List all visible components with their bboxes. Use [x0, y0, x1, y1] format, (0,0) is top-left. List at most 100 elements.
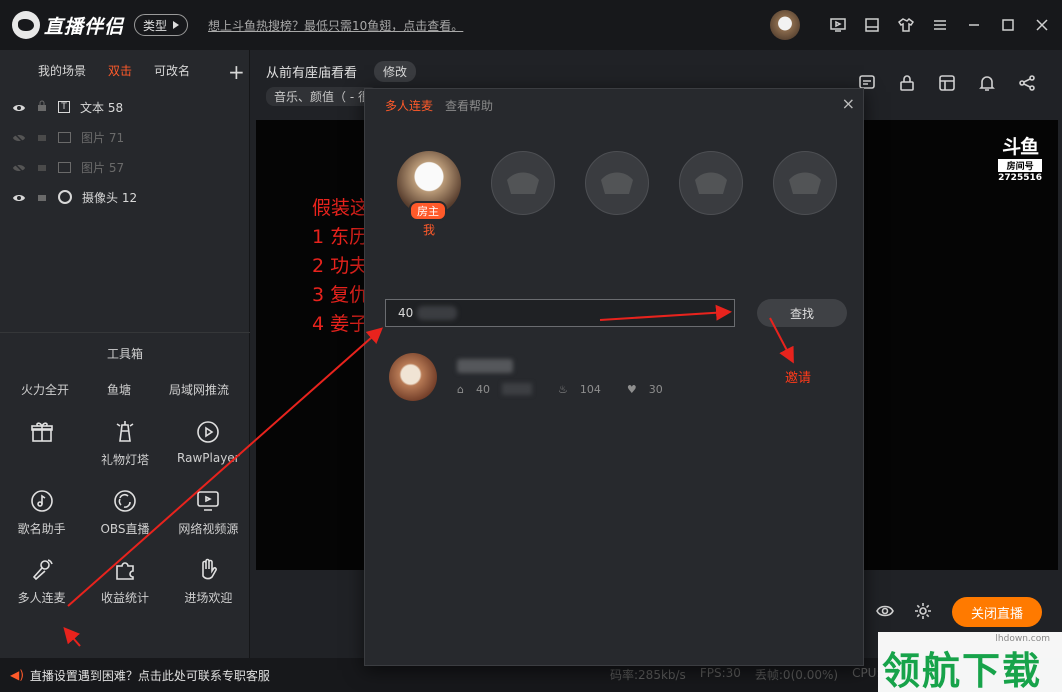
source-item[interactable]: 图片 57	[0, 152, 249, 182]
result-id: 40	[475, 382, 490, 396]
tool-multi-link[interactable]: 多人连麦	[0, 557, 83, 606]
invite-annotation: 邀请	[785, 371, 812, 386]
eye-hidden-icon[interactable]	[12, 162, 26, 174]
tool-rawplayer[interactable]: RawPlayer	[167, 419, 250, 468]
fps: FPS:30	[699, 666, 741, 680]
eye-icon[interactable]	[12, 102, 26, 112]
maximize-icon[interactable]	[998, 15, 1018, 35]
toolbox-top-row: 火力全开 鱼塘 局域网推流	[0, 381, 250, 398]
search-result[interactable]: ⌂ 40 ♨ 104 ♥ 30	[389, 353, 663, 401]
add-scene-button[interactable]: +	[228, 60, 245, 84]
title-bar: 直播伴侣 类型 想上斗鱼热搜榜？最低只需10鱼翅，点击查看。	[0, 0, 1062, 50]
douyu-logo: 斗鱼	[1002, 136, 1039, 158]
room-toolbar	[858, 74, 1036, 92]
share-icon[interactable]	[1018, 74, 1036, 92]
close-dialog-icon[interactable]: ×	[842, 94, 855, 113]
source-item[interactable]: 图片 71	[0, 122, 249, 152]
empty-seat[interactable]	[585, 151, 649, 215]
room-number: 2725516	[998, 173, 1042, 183]
toolbox: 工具箱 火力全开 鱼塘 局域网推流 礼物灯塔 RawPlayer 歌名助手 OB…	[0, 332, 250, 658]
camera-source-icon	[58, 190, 72, 204]
end-live-button[interactable]: 关闭直播	[952, 597, 1042, 627]
bell-icon[interactable]	[978, 74, 996, 92]
multi-link-dialog: 多人连麦 查看帮助 × 房主 我 40 查找 ⌂ 40 ♨ 104 ♥ 30 邀…	[364, 88, 864, 666]
edit-room-button[interactable]: 修改	[374, 61, 417, 82]
toolbox-scroll[interactable]: 火力全开 鱼塘 局域网推流 礼物灯塔 RawPlayer 歌名助手 OBS直播 …	[0, 381, 250, 659]
tool-fire[interactable]: 火力全开	[21, 381, 69, 398]
empty-seat[interactable]	[679, 151, 743, 215]
gift-icon	[30, 422, 53, 442]
host-seat: 房主	[397, 151, 461, 221]
empty-seat-icon	[695, 172, 727, 194]
music-icon	[30, 490, 53, 512]
tool-gift-tower[interactable]: 礼物灯塔	[83, 419, 166, 468]
window-icon[interactable]	[862, 15, 882, 35]
overlay-text: 假装这 1 东历 2 功夫 3 复仇 4 姜子	[312, 194, 369, 339]
promo-link[interactable]: 想上斗鱼热搜榜？最低只需10鱼翅，点击查看。	[208, 17, 463, 34]
tool-welcome[interactable]: 进场欢迎	[167, 557, 250, 606]
tool-label: OBS直播	[100, 522, 150, 536]
tool-lan-push[interactable]: 局域网推流	[169, 381, 229, 398]
source-item[interactable]: 摄像头 12	[0, 182, 249, 212]
logo-text: 直播伴侣	[44, 15, 125, 38]
tool-song-helper[interactable]: 歌名助手	[0, 488, 83, 537]
type-button[interactable]: 类型	[134, 14, 189, 36]
tool-label: 歌名助手	[17, 522, 66, 536]
puzzle-icon	[116, 562, 134, 580]
tv-icon[interactable]	[828, 15, 848, 35]
source-item[interactable]: T 文本 58	[0, 92, 249, 122]
empty-seat[interactable]	[491, 151, 555, 215]
host-badge: 房主	[409, 201, 447, 221]
toolbox-title: 工具箱	[106, 347, 143, 361]
lock-icon[interactable]	[36, 100, 48, 115]
layout-icon[interactable]	[938, 74, 956, 92]
empty-seat-icon	[507, 172, 539, 194]
tool-label: 网络视频源	[178, 522, 239, 536]
eye-icon[interactable]	[12, 192, 26, 202]
seat-row: 房主	[397, 151, 837, 221]
eye-hidden-icon[interactable]	[12, 132, 26, 144]
tool-label: 多人连麦	[17, 591, 66, 605]
result-stats: ⌂ 40 ♨ 104 ♥ 30	[457, 383, 663, 396]
shirt-icon[interactable]	[896, 15, 916, 35]
bitrate: 码率:285kb/s	[610, 668, 686, 682]
empty-seat-icon	[789, 172, 821, 194]
image-source-icon	[58, 161, 71, 173]
tab-help[interactable]: 查看帮助	[445, 97, 493, 114]
tab-multi-link[interactable]: 多人连麦	[385, 97, 433, 114]
microphone-link-icon	[32, 559, 53, 581]
empty-seat[interactable]	[773, 151, 837, 215]
lock-icon[interactable]	[36, 130, 48, 145]
close-icon[interactable]	[1032, 15, 1052, 35]
lock-icon[interactable]	[36, 160, 48, 175]
search-value: 40	[398, 306, 414, 320]
tool-income-stats[interactable]: 收益统计	[83, 557, 166, 606]
tab-my-scenes[interactable]: 我的场景	[38, 62, 86, 79]
search-input[interactable]: 40	[385, 299, 735, 327]
source-label: 图片 71	[81, 130, 125, 145]
room-tags: 音乐、颜值（ - 很	[266, 87, 378, 106]
site-watermark: lhdown.com 领航下载	[878, 632, 1062, 692]
minimize-icon[interactable]	[964, 15, 984, 35]
tool-obs[interactable]: OBS直播	[83, 488, 166, 537]
lock-icon[interactable]	[898, 74, 916, 92]
eye-icon[interactable]	[876, 602, 894, 620]
tool-fishpond[interactable]: 鱼塘	[107, 381, 131, 398]
menu-icon[interactable]	[930, 15, 950, 35]
overlay-line: 1 东历	[312, 226, 369, 248]
tab-scene-doubleclick[interactable]: 双击	[108, 62, 132, 79]
overlay-line: 3 复仇	[312, 284, 369, 306]
empty-seat-icon	[601, 172, 633, 194]
dialog-header: 多人连麦 查看帮助 ×	[365, 89, 863, 121]
support-link[interactable]: 直播设置遇到困难？点击此处可联系专职客服	[30, 667, 270, 684]
result-avatar	[389, 353, 437, 401]
lock-icon[interactable]	[36, 190, 48, 205]
find-button[interactable]: 查找	[757, 299, 847, 327]
tool-gift[interactable]	[0, 419, 83, 468]
tab-scene-rename[interactable]: 可改名	[154, 62, 190, 79]
user-avatar[interactable]	[770, 10, 800, 40]
tool-web-video[interactable]: 网络视频源	[167, 488, 250, 537]
gear-icon[interactable]	[914, 602, 932, 620]
home-icon: ⌂	[457, 382, 464, 396]
source-list: T 文本 58 图片 71 图片 57 摄像头 12	[0, 92, 249, 212]
